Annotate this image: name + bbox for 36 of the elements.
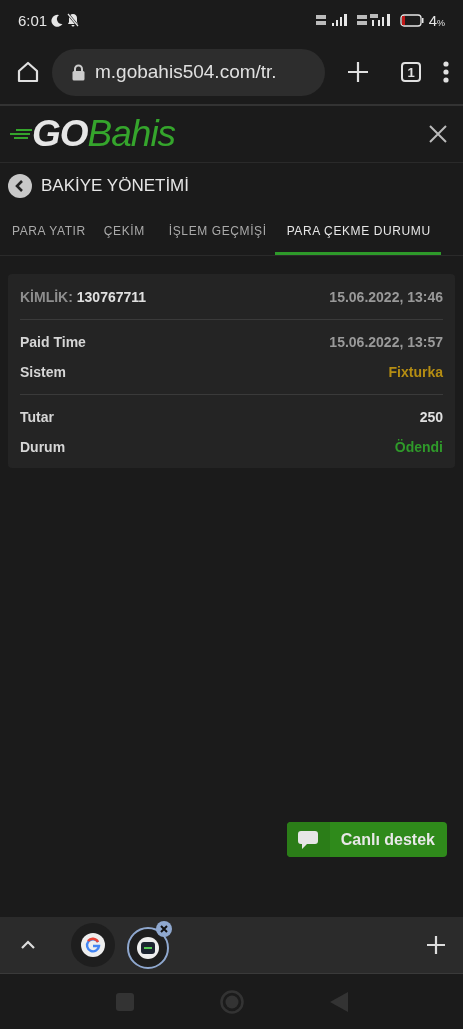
muted-bell-icon [67,13,80,27]
page-title: BAKİYE YÖNETİMİ [41,176,189,196]
close-icon[interactable] [429,125,447,143]
tab-count-button[interactable]: 1 [401,62,421,82]
created-date: 15.06.2022, 13:46 [329,289,443,305]
lock-icon [72,63,85,81]
nav-tab[interactable]: PARA ÇEKME DURUMU [274,209,441,255]
field-value: 250 [419,409,443,425]
new-tab-icon[interactable] [347,61,369,83]
chat-bubble-icon [298,830,319,849]
field-value: 15.06.2022, 13:57 [329,334,443,350]
tab-favicon-icon[interactable] [71,923,115,967]
nav-tab[interactable]: İŞLEM GEÇMİŞİ [160,209,275,255]
live-support-button[interactable]: Canlı destek [286,822,447,857]
back-icon[interactable] [8,174,32,198]
field-label: Durum [20,439,66,455]
more-menu-icon[interactable] [443,61,449,83]
battery-level: 4% [428,11,445,29]
moon-icon [51,13,64,27]
battery-icon [399,13,424,27]
field-label: Paid Time [20,334,86,350]
nav-tab[interactable]: ÇEKİM [93,209,161,255]
clock-time: 6:01 [18,11,48,29]
site-logo[interactable]: GOBahis [32,113,176,155]
speed-lines-icon [8,127,32,141]
field-value: Fixturka [388,364,443,380]
field-label: Sistem [20,364,66,380]
nav-tab[interactable]: PARA YATIR [0,209,94,255]
expand-up-icon[interactable] [20,940,36,950]
active-tab-icon[interactable] [127,921,173,969]
field-label: Tutar [20,409,54,425]
address-bar[interactable]: m.gobahis504.com/tr. [52,48,325,96]
home-icon[interactable] [16,60,40,84]
id-text: KİMLİK: 130767711 [20,289,147,305]
add-tab-icon[interactable] [427,936,445,954]
field-value: Ödendi [394,439,443,455]
